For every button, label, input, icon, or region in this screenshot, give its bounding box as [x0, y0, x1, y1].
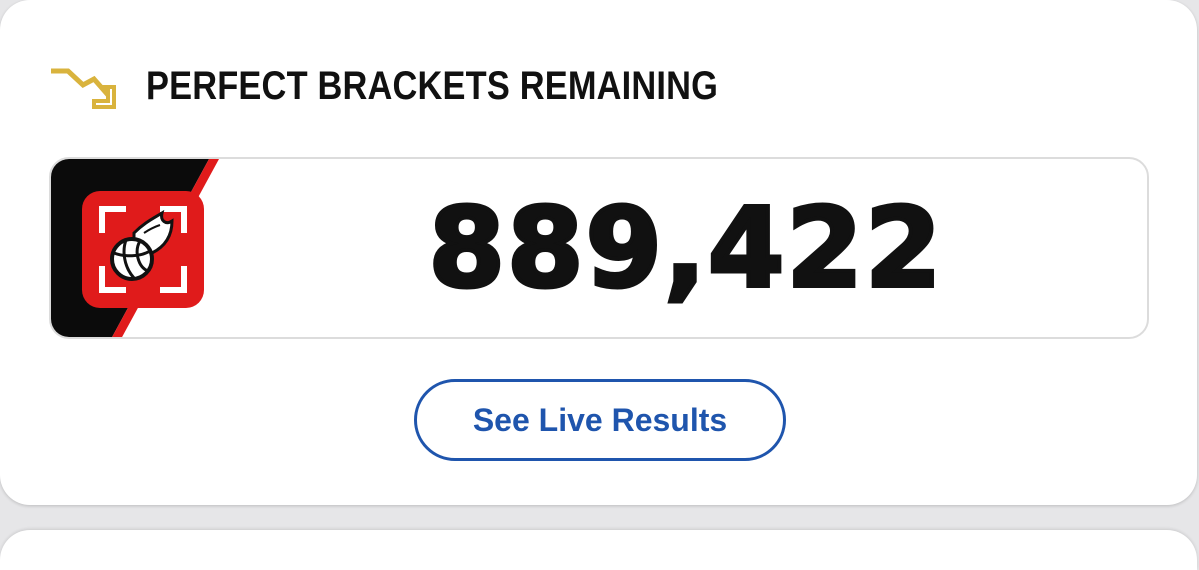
see-live-results-button[interactable]: See Live Results: [414, 379, 786, 461]
card-header: PERFECT BRACKETS REMAINING: [48, 58, 811, 114]
flaming-basketball-icon: [82, 191, 204, 308]
card-title: PERFECT BRACKETS REMAINING: [146, 63, 719, 108]
trending-down-icon: [51, 68, 116, 109]
brackets-remaining-count: 889,422: [426, 182, 944, 314]
see-live-results-label: See Live Results: [472, 401, 728, 438]
perfect-brackets-card: PERFECT BRACKETS REMAINING 889,422 See L…: [0, 0, 1197, 505]
next-card: [0, 530, 1197, 570]
brackets-counter-panel: 889,422: [49, 157, 1149, 339]
